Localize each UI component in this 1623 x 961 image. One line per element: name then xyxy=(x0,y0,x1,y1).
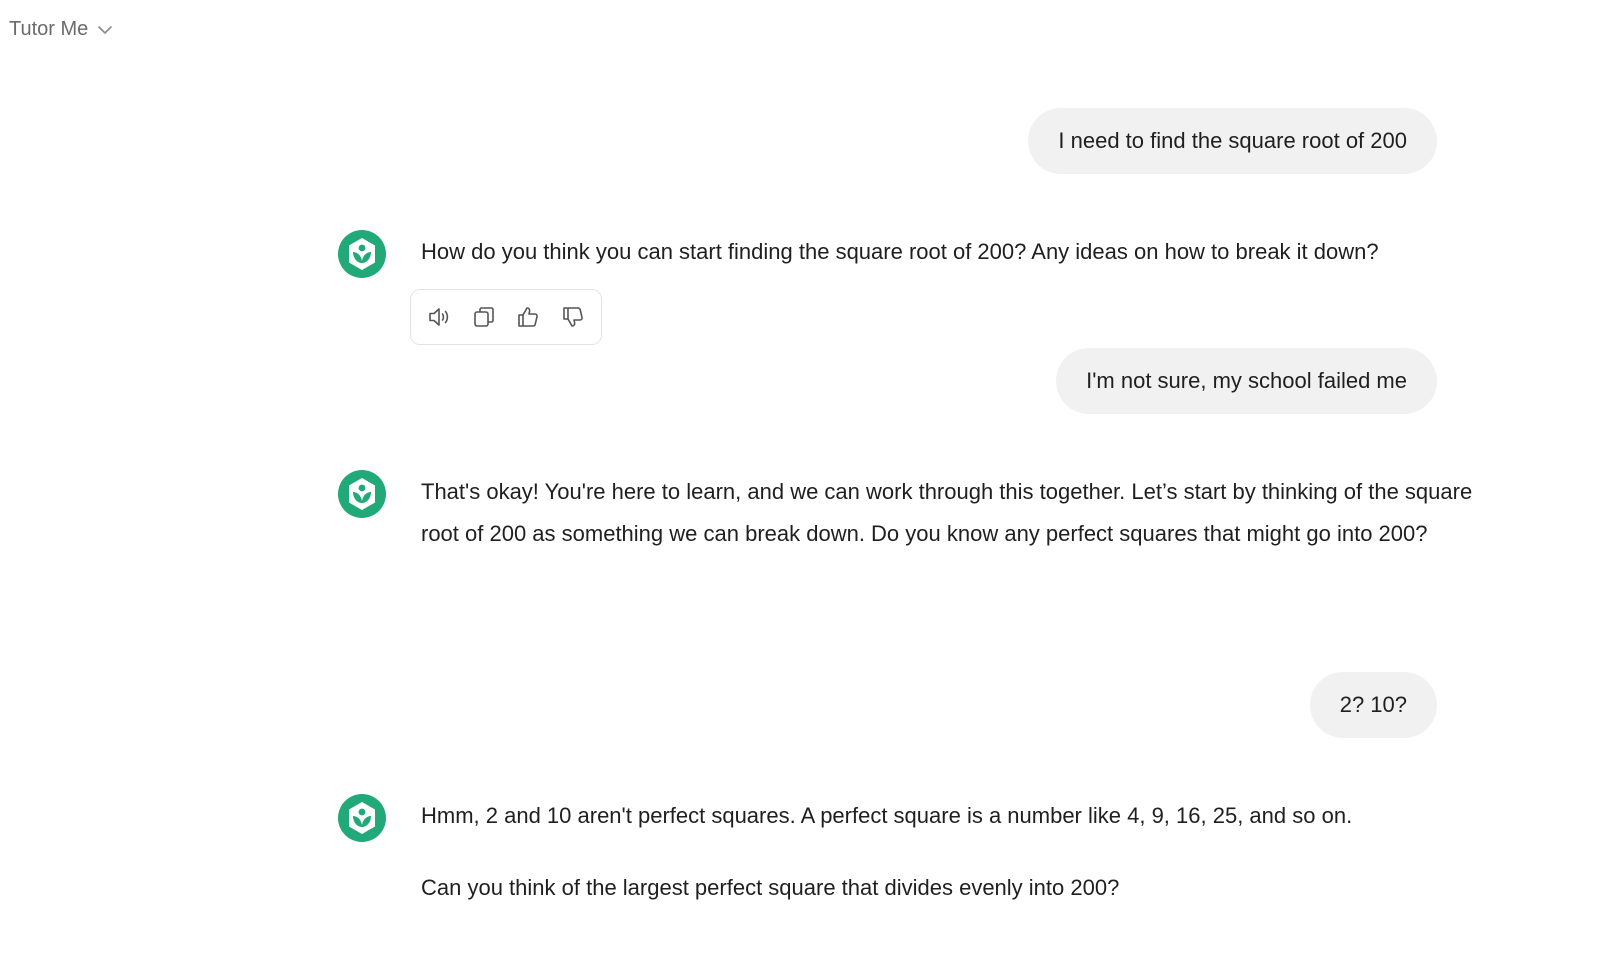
tutor-avatar-icon xyxy=(338,470,386,518)
user-message: I need to find the square root of 200 xyxy=(1028,108,1437,174)
message-action-bar xyxy=(410,289,602,345)
chevron-down-icon xyxy=(96,21,114,39)
chat-thread: Tutor Me I need to find the square root … xyxy=(0,0,1623,961)
tutor-avatar-icon xyxy=(338,230,386,278)
user-message-text: I need to find the square root of 200 xyxy=(1058,128,1407,153)
assistant-message-text: Hmm, 2 and 10 aren't perfect squares. A … xyxy=(421,795,1511,909)
thumbs-up-icon xyxy=(518,307,539,327)
thumbs-down-icon xyxy=(562,307,583,327)
user-message: I'm not sure, my school failed me xyxy=(1056,348,1437,414)
speaker-icon xyxy=(429,308,449,326)
assistant-message-text: That's okay! You're here to learn, and w… xyxy=(421,471,1511,555)
copy-icon xyxy=(473,307,494,327)
assistant-paragraph: Can you think of the largest perfect squ… xyxy=(421,875,1120,900)
read-aloud-button[interactable] xyxy=(423,301,455,333)
copy-button[interactable] xyxy=(468,301,500,333)
model-selector[interactable]: Tutor Me xyxy=(9,18,114,41)
model-selector-label: Tutor Me xyxy=(9,18,89,40)
thumbs-down-button[interactable] xyxy=(557,301,589,333)
assistant-paragraph: How do you think you can start finding t… xyxy=(421,239,1379,264)
user-message-text: 2? 10? xyxy=(1339,692,1407,717)
assistant-message-text: How do you think you can start finding t… xyxy=(421,231,1511,273)
assistant-paragraph: That's okay! You're here to learn, and w… xyxy=(421,479,1473,546)
thumbs-up-button[interactable] xyxy=(512,301,544,333)
assistant-paragraph: Hmm, 2 and 10 aren't perfect squares. A … xyxy=(421,803,1353,828)
user-message-text: I'm not sure, my school failed me xyxy=(1086,368,1407,393)
user-message: 2? 10? xyxy=(1309,672,1437,738)
tutor-avatar-icon xyxy=(338,794,386,842)
